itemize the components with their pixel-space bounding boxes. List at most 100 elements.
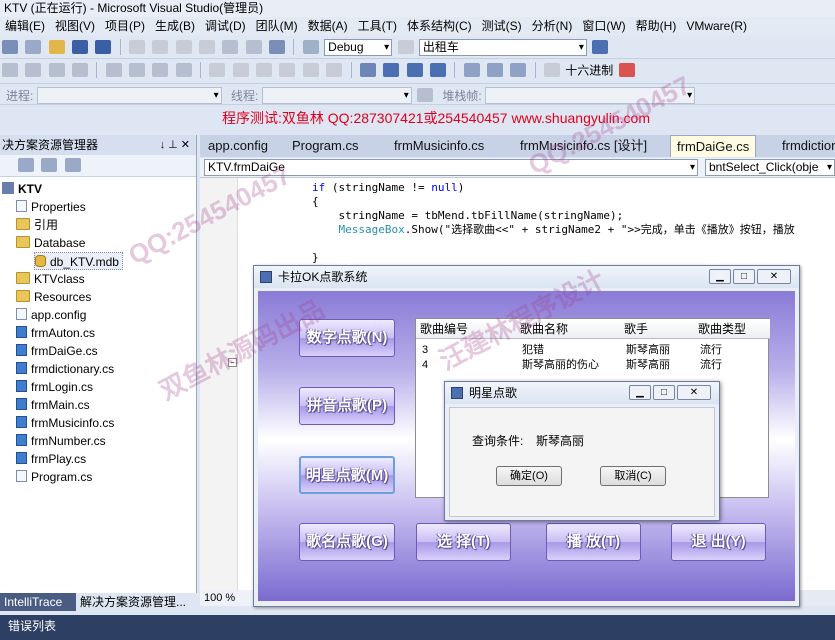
number-song-button[interactable]: 数字点歌(N): [299, 319, 395, 357]
tree-item-db-ktv[interactable]: db_KTV.mdb: [34, 252, 123, 270]
tree-item-database[interactable]: Database: [16, 234, 85, 252]
flag-icon[interactable]: [417, 88, 434, 102]
collapse-icon[interactable]: −: [228, 358, 237, 367]
undo-icon[interactable]: [222, 40, 239, 54]
new-project-icon[interactable]: [2, 40, 18, 54]
navigate-icon[interactable]: [269, 40, 286, 54]
tree-item-references[interactable]: 引用: [16, 216, 58, 234]
close-button[interactable]: ✕: [757, 269, 791, 284]
star-song-button[interactable]: 明星点歌(M): [299, 456, 395, 494]
step-into-icon[interactable]: [463, 63, 480, 77]
error-list-tab[interactable]: 错误列表: [0, 615, 835, 640]
menu-help[interactable]: 帮助(H): [631, 17, 682, 36]
paste-icon[interactable]: [175, 40, 192, 54]
step-over-icon[interactable]: [486, 63, 503, 77]
tree-item-frmdaige[interactable]: frmDaiGe.cs: [16, 342, 98, 360]
indent-icon[interactable]: [105, 63, 122, 77]
restart-icon[interactable]: [429, 63, 446, 77]
menu-view[interactable]: 视图(V): [50, 17, 100, 36]
uncomment-icon[interactable]: [175, 63, 192, 77]
next-bookmark-icon[interactable]: [256, 63, 273, 77]
menu-build[interactable]: 生成(B): [150, 17, 200, 36]
menu-architecture[interactable]: 体系结构(C): [402, 17, 477, 36]
stop-icon[interactable]: [406, 63, 423, 77]
save-icon[interactable]: [72, 40, 89, 54]
dialog-minimize-button[interactable]: ▁: [629, 385, 651, 400]
tool-icon[interactable]: [326, 63, 343, 77]
cancel-button[interactable]: 取消(C): [600, 466, 666, 486]
dialog-maximize-button[interactable]: □: [653, 385, 675, 400]
column-header-song-id[interactable]: 歌曲编号: [416, 319, 516, 339]
save-all-icon[interactable]: [95, 40, 112, 54]
find-combo[interactable]: 出租车: [418, 38, 587, 56]
tab-frmdaige-cs[interactable]: frmDaiGe.cs: [670, 135, 757, 157]
menu-tools[interactable]: 工具(T): [353, 17, 402, 36]
tree-item-app-config[interactable]: app.config: [16, 306, 86, 324]
thread-combo[interactable]: [261, 86, 412, 104]
tree-item-frmdictionary[interactable]: frmdictionary.cs: [16, 360, 114, 378]
prev-bookmark-icon[interactable]: [232, 63, 249, 77]
copy-icon[interactable]: [152, 40, 169, 54]
tree-item-program[interactable]: Program.cs: [16, 468, 92, 486]
menu-project[interactable]: 项目(P): [100, 17, 150, 36]
start-debug-icon[interactable]: [302, 40, 319, 54]
tab-solution-explorer[interactable]: 解决方案资源管理...: [76, 593, 197, 611]
tree-item-resources[interactable]: Resources: [16, 288, 91, 306]
pinyin-song-button[interactable]: 拼音点歌(P): [299, 387, 395, 425]
format-icon[interactable]: [72, 63, 89, 77]
menu-edit[interactable]: 编辑(E): [0, 17, 50, 36]
properties-icon[interactable]: [18, 158, 34, 172]
continue-icon[interactable]: [359, 63, 376, 77]
minimize-button[interactable]: ▁: [709, 269, 731, 284]
maximize-button[interactable]: □: [733, 269, 755, 284]
layout-icon[interactable]: [2, 63, 18, 77]
tab-frmdiction[interactable]: frmdiction: [776, 135, 835, 157]
delete-icon[interactable]: [199, 40, 216, 54]
tree-item-frmmain[interactable]: frmMain.cs: [16, 396, 90, 414]
column-header-song-name[interactable]: 歌曲名称: [516, 319, 620, 339]
tab-frmmusicinfo-design[interactable]: frmMusicinfo.cs [设计]: [514, 135, 653, 157]
tree-item-ktvclass[interactable]: KTVclass: [16, 270, 85, 288]
column-header-song-type[interactable]: 歌曲类型: [694, 319, 770, 339]
outdent-icon[interactable]: [129, 63, 146, 77]
menu-debug[interactable]: 调试(D): [200, 17, 251, 36]
tree-item-frmauton[interactable]: frmAuton.cs: [16, 324, 95, 342]
refresh-icon[interactable]: [41, 158, 58, 172]
exit-button[interactable]: 退 出(Y): [671, 523, 766, 561]
column-header-singer[interactable]: 歌手: [620, 319, 694, 339]
menu-team[interactable]: 团队(M): [251, 17, 303, 36]
songname-song-button[interactable]: 歌名点歌(G): [299, 523, 395, 561]
add-item-icon[interactable]: [25, 40, 42, 54]
view-code-icon[interactable]: [64, 158, 81, 172]
query-condition-input[interactable]: 斯琴高丽: [536, 432, 584, 449]
tree-item-properties[interactable]: Properties: [16, 198, 86, 216]
bookmark-icon[interactable]: [209, 63, 226, 77]
pause-icon[interactable]: [383, 63, 400, 77]
platform-icon[interactable]: [397, 40, 414, 54]
panel-pin-close-icons[interactable]: ↓ ⊥ ✕: [160, 135, 190, 155]
process-combo[interactable]: [36, 86, 222, 104]
menu-analyze[interactable]: 分析(N): [527, 17, 578, 36]
tab-program-cs[interactable]: Program.cs: [286, 135, 364, 157]
tree-item-frmlogin[interactable]: frmLogin.cs: [16, 378, 93, 396]
dialog-close-button[interactable]: ✕: [677, 385, 711, 400]
tree-item-frmplay[interactable]: frmPlay.cs: [16, 450, 86, 468]
select-button[interactable]: 选 择(T): [416, 523, 511, 561]
window-icon[interactable]: [302, 63, 319, 77]
redo-icon[interactable]: [245, 40, 262, 54]
comment-icon[interactable]: [152, 63, 169, 77]
tree-item-frmmusicinfo[interactable]: frmMusicinfo.cs: [16, 414, 114, 432]
menu-test[interactable]: 测试(S): [477, 17, 527, 36]
play-button[interactable]: 播 放(T): [546, 523, 641, 561]
step-out-icon[interactable]: [510, 63, 527, 77]
hex-toggle[interactable]: 十六进制: [565, 64, 613, 78]
solution-config-combo[interactable]: Debug: [324, 38, 393, 56]
tree-project-ktv[interactable]: KTV: [2, 180, 42, 198]
solution-explorer-icon[interactable]: [592, 40, 609, 54]
menu-window[interactable]: 窗口(W): [577, 17, 630, 36]
tab-intellitrace[interactable]: IntelliTrace: [0, 593, 72, 611]
open-folder-icon[interactable]: [48, 40, 65, 54]
tab-frmmusicinfo-cs[interactable]: frmMusicinfo.cs: [388, 135, 490, 157]
clear-bookmarks-icon[interactable]: [279, 63, 296, 77]
class-combo[interactable]: KTV.frmDaiGe: [204, 159, 698, 176]
